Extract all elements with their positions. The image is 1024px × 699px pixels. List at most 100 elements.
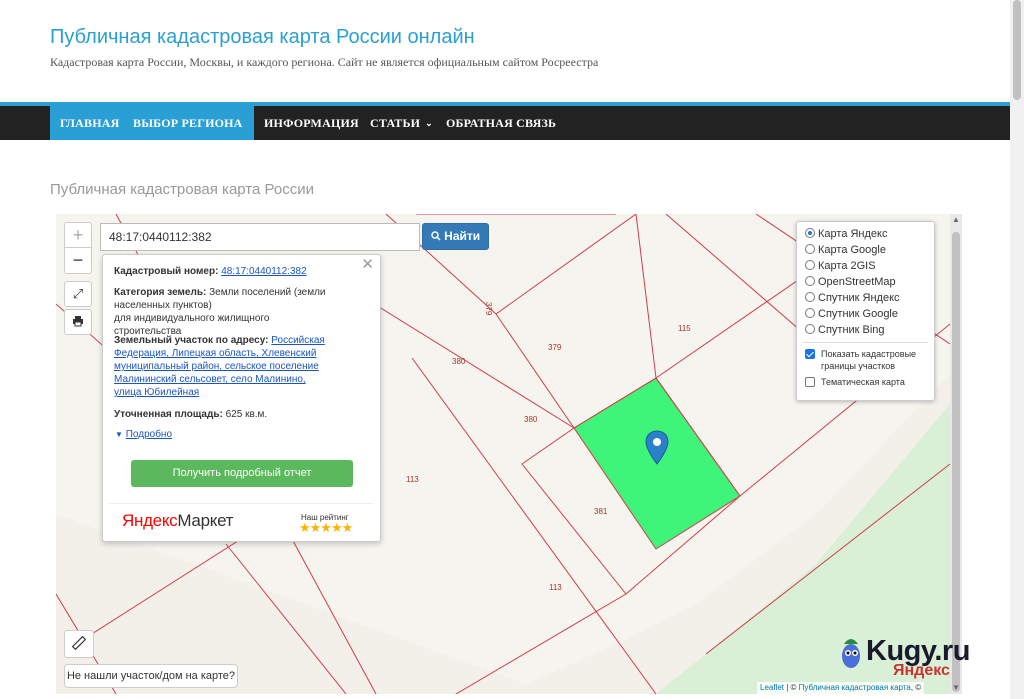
parcel-label: 379: [484, 302, 493, 316]
layer-google-map[interactable]: Карта Google: [805, 242, 886, 258]
nav-label: СТАТЬИ: [370, 116, 421, 130]
page-scrollbar[interactable]: [1010, 0, 1024, 699]
layer-yandex-map[interactable]: Карта Яндекс: [805, 226, 887, 242]
nav-label: ИНФОРМАЦИЯ: [264, 116, 359, 130]
radio-icon: [805, 228, 815, 238]
cadastral-search-input[interactable]: [100, 223, 420, 251]
caret-down-icon: ▼: [115, 430, 123, 439]
layers-control: Карта Яндекс Карта Google Карта 2GIS Ope…: [796, 221, 935, 401]
layer-bing-satellite[interactable]: Спутник Bing: [805, 322, 885, 338]
parcel-label: 115: [678, 324, 691, 333]
map-attribution: Leaflet | © Публичная кадастровая карта,…: [757, 682, 925, 694]
ruler-button[interactable]: [64, 630, 94, 658]
address-row: Земельный участок по адресу: Российская …: [114, 334, 329, 399]
cadastre-borders-toggle[interactable]: Показать кадастровые границы участков: [805, 348, 931, 372]
thematic-map-toggle[interactable]: Тематическая карта: [805, 376, 931, 388]
nav-item-articles[interactable]: СТАТЬИ ⌄: [360, 106, 443, 140]
page-scrollbar-thumb[interactable]: [1013, 0, 1021, 100]
get-report-button[interactable]: Получить подробный отчет: [131, 460, 353, 487]
print-button[interactable]: [64, 309, 92, 335]
more-link[interactable]: Подробно: [126, 429, 172, 440]
zoom-out-button[interactable]: −: [65, 248, 91, 273]
checkbox-label: Тематическая карта: [821, 377, 905, 387]
parcel-label: 380: [524, 415, 538, 424]
cadastral-number-link[interactable]: 48:17:0440112:382: [221, 266, 306, 277]
layer-label: Спутник Bing: [818, 324, 885, 336]
nav-item-region[interactable]: ВЫБОР РЕГИОНА ⌄: [123, 106, 254, 162]
attribution-sep: | ©: [784, 683, 799, 692]
radio-icon: [805, 244, 815, 254]
main-nav: ГЛАВНАЯ ВЫБОР РЕГИОНА ⌄ ИНФОРМАЦИЯ СТАТЬИ…: [0, 102, 1010, 162]
yandex-market-widget[interactable]: ЯндексМаркет Наш рейтинг ★★★★★: [109, 503, 373, 538]
layer-2gis-map[interactable]: Карта 2GIS: [805, 258, 876, 274]
nav-item-info[interactable]: ИНФОРМАЦИЯ: [254, 106, 369, 140]
layer-label: Спутник Google: [818, 308, 898, 320]
field-label: Кадастровый номер:: [114, 266, 219, 277]
expand-icon: ⤢: [72, 286, 84, 301]
layers-divider: [803, 342, 928, 343]
close-icon[interactable]: ✕: [361, 257, 374, 272]
area-row: Уточненная площадь: 625 кв.м.: [114, 408, 339, 421]
logo-part: Яндекс: [122, 511, 178, 530]
scrollbar-thumb[interactable]: [952, 232, 960, 692]
field-label: Уточненная площадь:: [114, 409, 223, 420]
not-found-button[interactable]: Не нашли участок/дом на карте?: [64, 664, 238, 688]
zoom-control: + −: [64, 222, 92, 274]
cadastral-number-row: Кадастровый номер: 48:17:0440112:382: [114, 265, 339, 278]
scroll-up-icon[interactable]: ▲: [950, 214, 962, 226]
nav-item-feedback[interactable]: ОБРАТНАЯ СВЯЗЬ: [436, 106, 566, 140]
nav-label: ОБРАТНАЯ СВЯЗЬ: [446, 116, 557, 130]
logo-part: Маркет: [177, 511, 234, 530]
land-category-row: Категория земель: Земли поселений (земли…: [114, 286, 329, 338]
cadastre-link[interactable]: Публичная кадастровая карта: [799, 683, 911, 692]
kugy-text: Kugy.ru: [866, 635, 970, 667]
area-value: 625 кв.м.: [225, 409, 268, 420]
attribution-tail: , ©: [910, 683, 922, 692]
layer-yandex-satellite[interactable]: Спутник Яндекс: [805, 290, 900, 306]
map-marker-icon[interactable]: [645, 430, 669, 466]
parcel-label: 113: [406, 475, 419, 484]
site-title[interactable]: Публичная кадастровая карта России онлай…: [50, 26, 475, 49]
search-button-label: Найти: [444, 229, 481, 243]
search-button[interactable]: Найти: [422, 223, 489, 250]
zoom-in-button[interactable]: +: [65, 223, 91, 248]
field-label: Категория земель:: [114, 287, 207, 298]
nav-label: ВЫБОР РЕГИОНА: [133, 116, 243, 130]
radio-icon: [805, 308, 815, 318]
checkbox-label: Показать кадастровые границы участков: [821, 349, 917, 371]
site-header: Публичная кадастровая карта России онлай…: [0, 0, 1010, 104]
map-scrollbar[interactable]: ▲ ▼: [950, 214, 962, 694]
radio-icon: [805, 324, 815, 334]
nav-item-home[interactable]: ГЛАВНАЯ: [50, 106, 123, 140]
layer-label: Карта Яндекс: [818, 228, 888, 240]
site-description: Кадастровая карта России, Москвы, и кажд…: [50, 55, 599, 69]
layer-google-satellite[interactable]: Спутник Google: [805, 306, 898, 322]
field-label: Земельный участок по адресу:: [114, 335, 269, 346]
layer-label: OpenStreetMap: [818, 276, 896, 288]
radio-icon: [805, 276, 815, 286]
radio-icon: [805, 260, 815, 270]
rating-stars: ★★★★★: [299, 520, 353, 535]
kugy-mascot-icon: [842, 639, 860, 668]
checkbox-icon: [805, 349, 815, 359]
page-heading: Публичная кадастровая карта России: [50, 181, 314, 198]
chevron-down-icon: ⌄: [425, 118, 433, 128]
printer-icon: [72, 314, 84, 329]
more-toggle[interactable]: ▼ Подробно: [115, 428, 340, 441]
layer-label: Карта 2GIS: [818, 260, 876, 272]
parcel-label: 380: [452, 357, 466, 366]
layer-osm[interactable]: OpenStreetMap: [805, 274, 896, 290]
parcel-label: 379: [548, 343, 562, 352]
fullscreen-button[interactable]: ⤢: [64, 281, 92, 307]
checkbox-icon: [805, 377, 815, 387]
scroll-down-icon[interactable]: ▼: [950, 682, 962, 694]
leaflet-link[interactable]: Leaflet: [760, 683, 784, 692]
radio-icon: [805, 292, 815, 302]
ruler-icon: [71, 635, 87, 651]
parcel-label: 381: [594, 507, 608, 516]
layer-label: Спутник Яндекс: [818, 292, 900, 304]
layer-label: Карта Google: [818, 244, 886, 256]
search-icon: [431, 229, 444, 243]
parcel-info-popup: ✕ Кадастровый номер: 48:17:0440112:382 К…: [102, 254, 381, 542]
kugy-watermark: Kugy.ru: [836, 634, 1006, 674]
